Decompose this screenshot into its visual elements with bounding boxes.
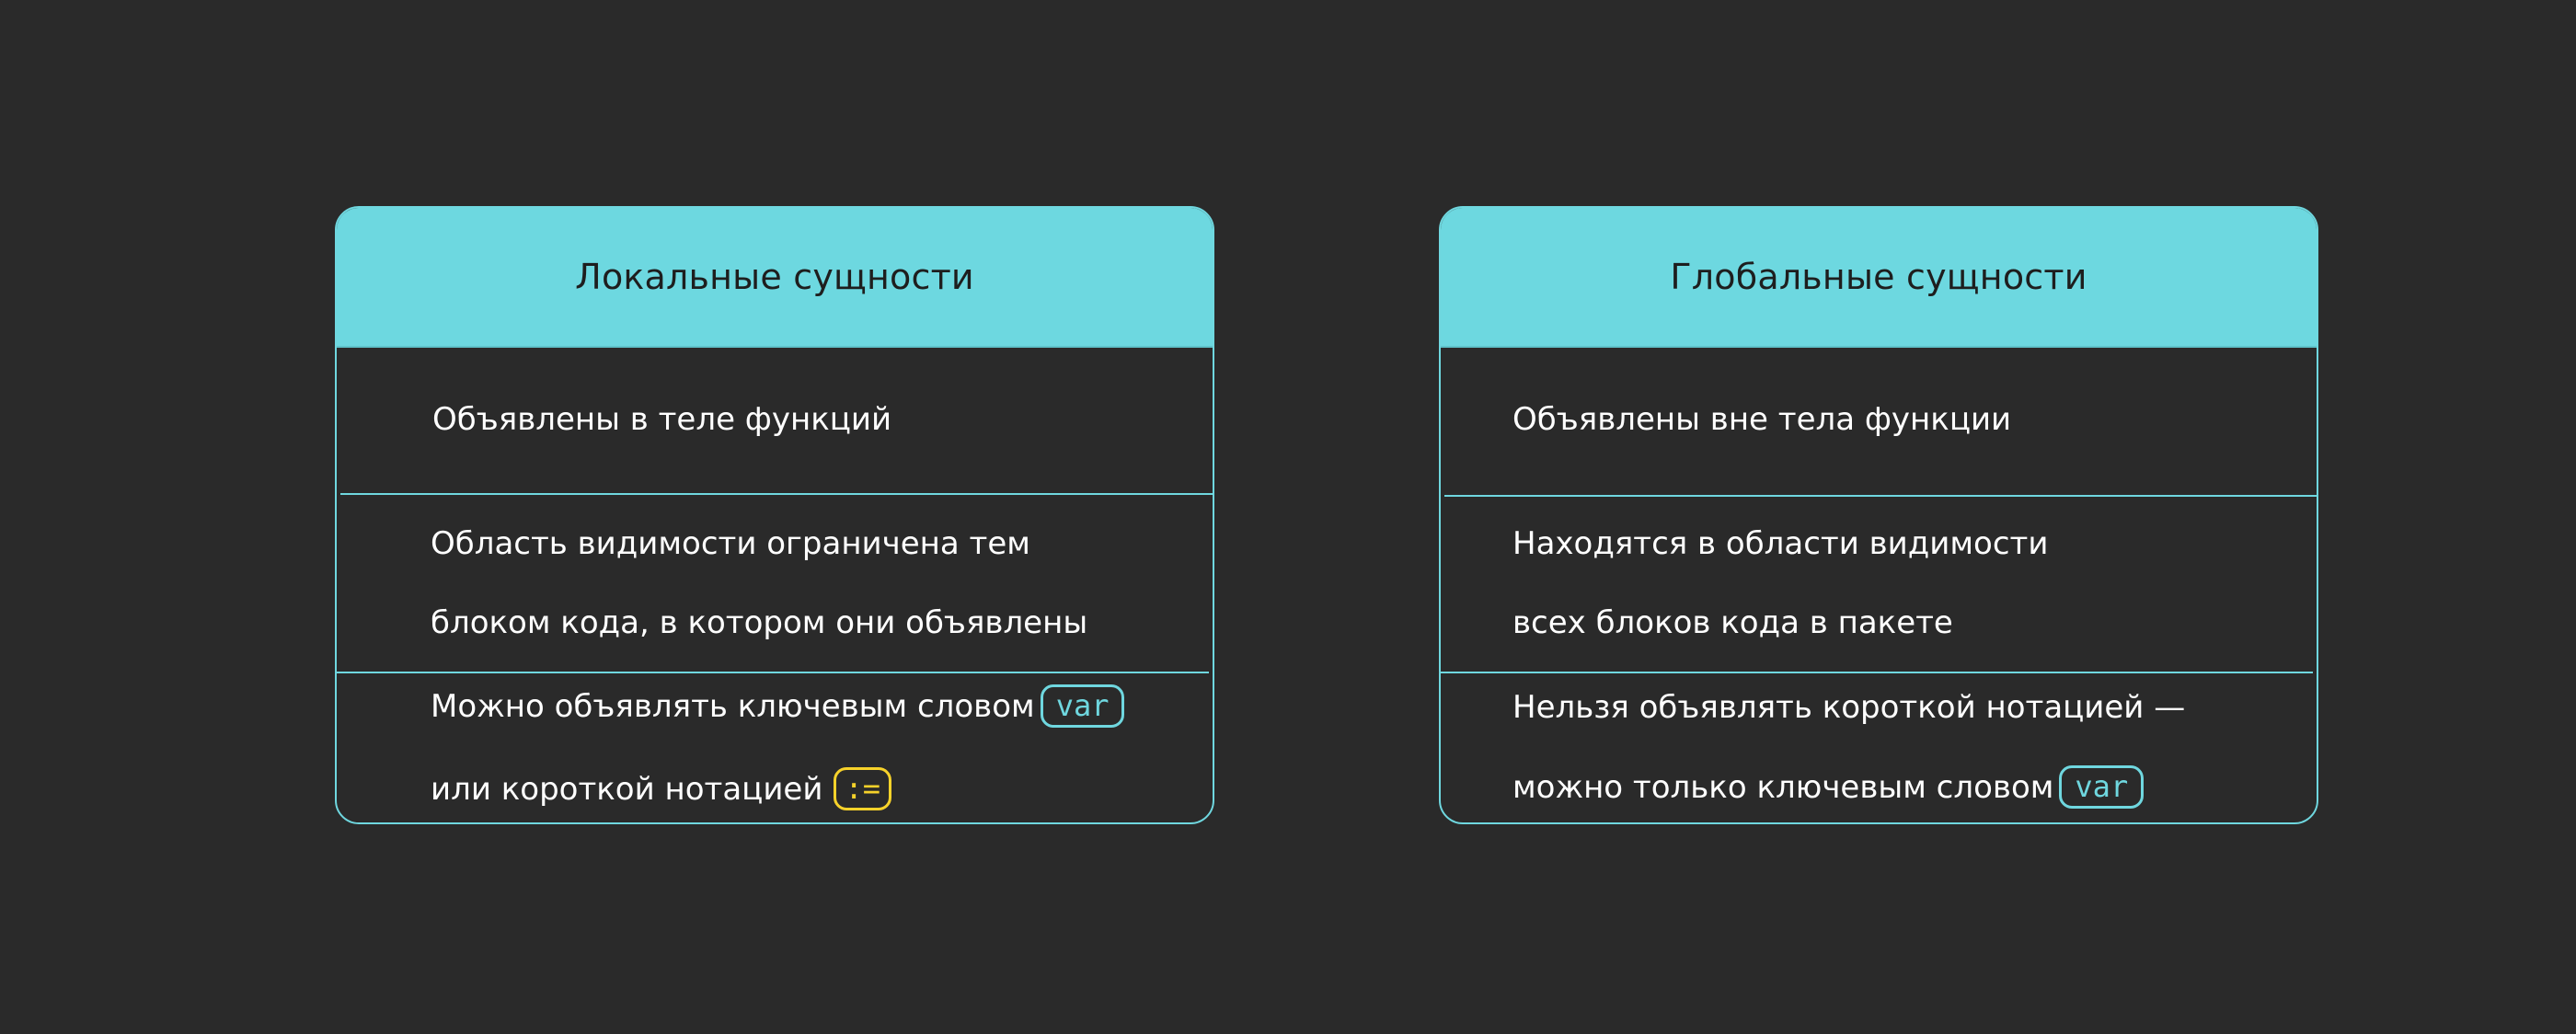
global-row-declaration-line-2: можно только ключевым словом var [1512,764,2185,810]
local-row-declaration: Можно объявлять ключевым словом var или к… [337,673,1213,822]
global-row-scope-line-1: Находятся в области видимости [1512,524,2049,562]
global-entities-title: Глобальные сущности [1670,257,2087,297]
global-row-declaration-line-2-text: можно только ключевым словом [1512,768,2054,806]
local-row-declaration-line-2: или короткой нотацией := [431,766,1124,812]
global-row-declared: Объявлены вне тела функции [1441,346,2317,493]
global-row-declaration: Нельзя объявлять короткой нотацией — мож… [1441,673,2317,822]
local-row-declaration-line-1: Можно объявлять ключевым словом var [431,684,1125,730]
short-declaration-badge: := [834,766,891,810]
local-row-declaration-text: Можно объявлять ключевым словом var или к… [431,647,1125,823]
var-keyword-badge: var [1040,684,1125,728]
local-row-scope-line-1: Область видимости ограничена тем [431,524,1030,562]
local-entities-title: Локальные сущности [575,257,974,297]
local-row-declared: Объявлены в теле функций [337,346,1213,493]
global-row-scope: Находятся в области видимости всех блоко… [1441,495,2317,672]
global-row-scope-line-2: всех блоков кода в пакете [1512,603,1953,641]
local-row-declaration-line-2-text: или короткой нотацией [431,770,823,808]
global-row-declaration-text: Нельзя объявлять короткой нотацией — мож… [1512,649,2186,823]
global-row-declaration-line-1: Нельзя объявлять короткой нотацией — [1512,688,2186,726]
local-row-declaration-line-1-text: Можно объявлять ключевым словом [431,687,1035,725]
var-keyword-badge: var [2059,764,2145,809]
global-entities-header: Глобальные сущности [1441,208,2317,348]
local-row-scope-line-2: блоком кода, в котором они объявлены [431,603,1088,641]
global-row-declared-text: Объявлены вне тела функции [1512,400,2012,438]
local-row-declared-text: Объявлены в теле функций [432,400,892,438]
global-entities-card: Глобальные сущности Объявлены вне тела ф… [1439,206,2318,824]
local-entities-header: Локальные сущности [337,208,1213,348]
local-row-scope: Область видимости ограничена тем блоком … [337,495,1213,672]
local-entities-card: Локальные сущности Объявлены в теле функ… [335,206,1214,824]
